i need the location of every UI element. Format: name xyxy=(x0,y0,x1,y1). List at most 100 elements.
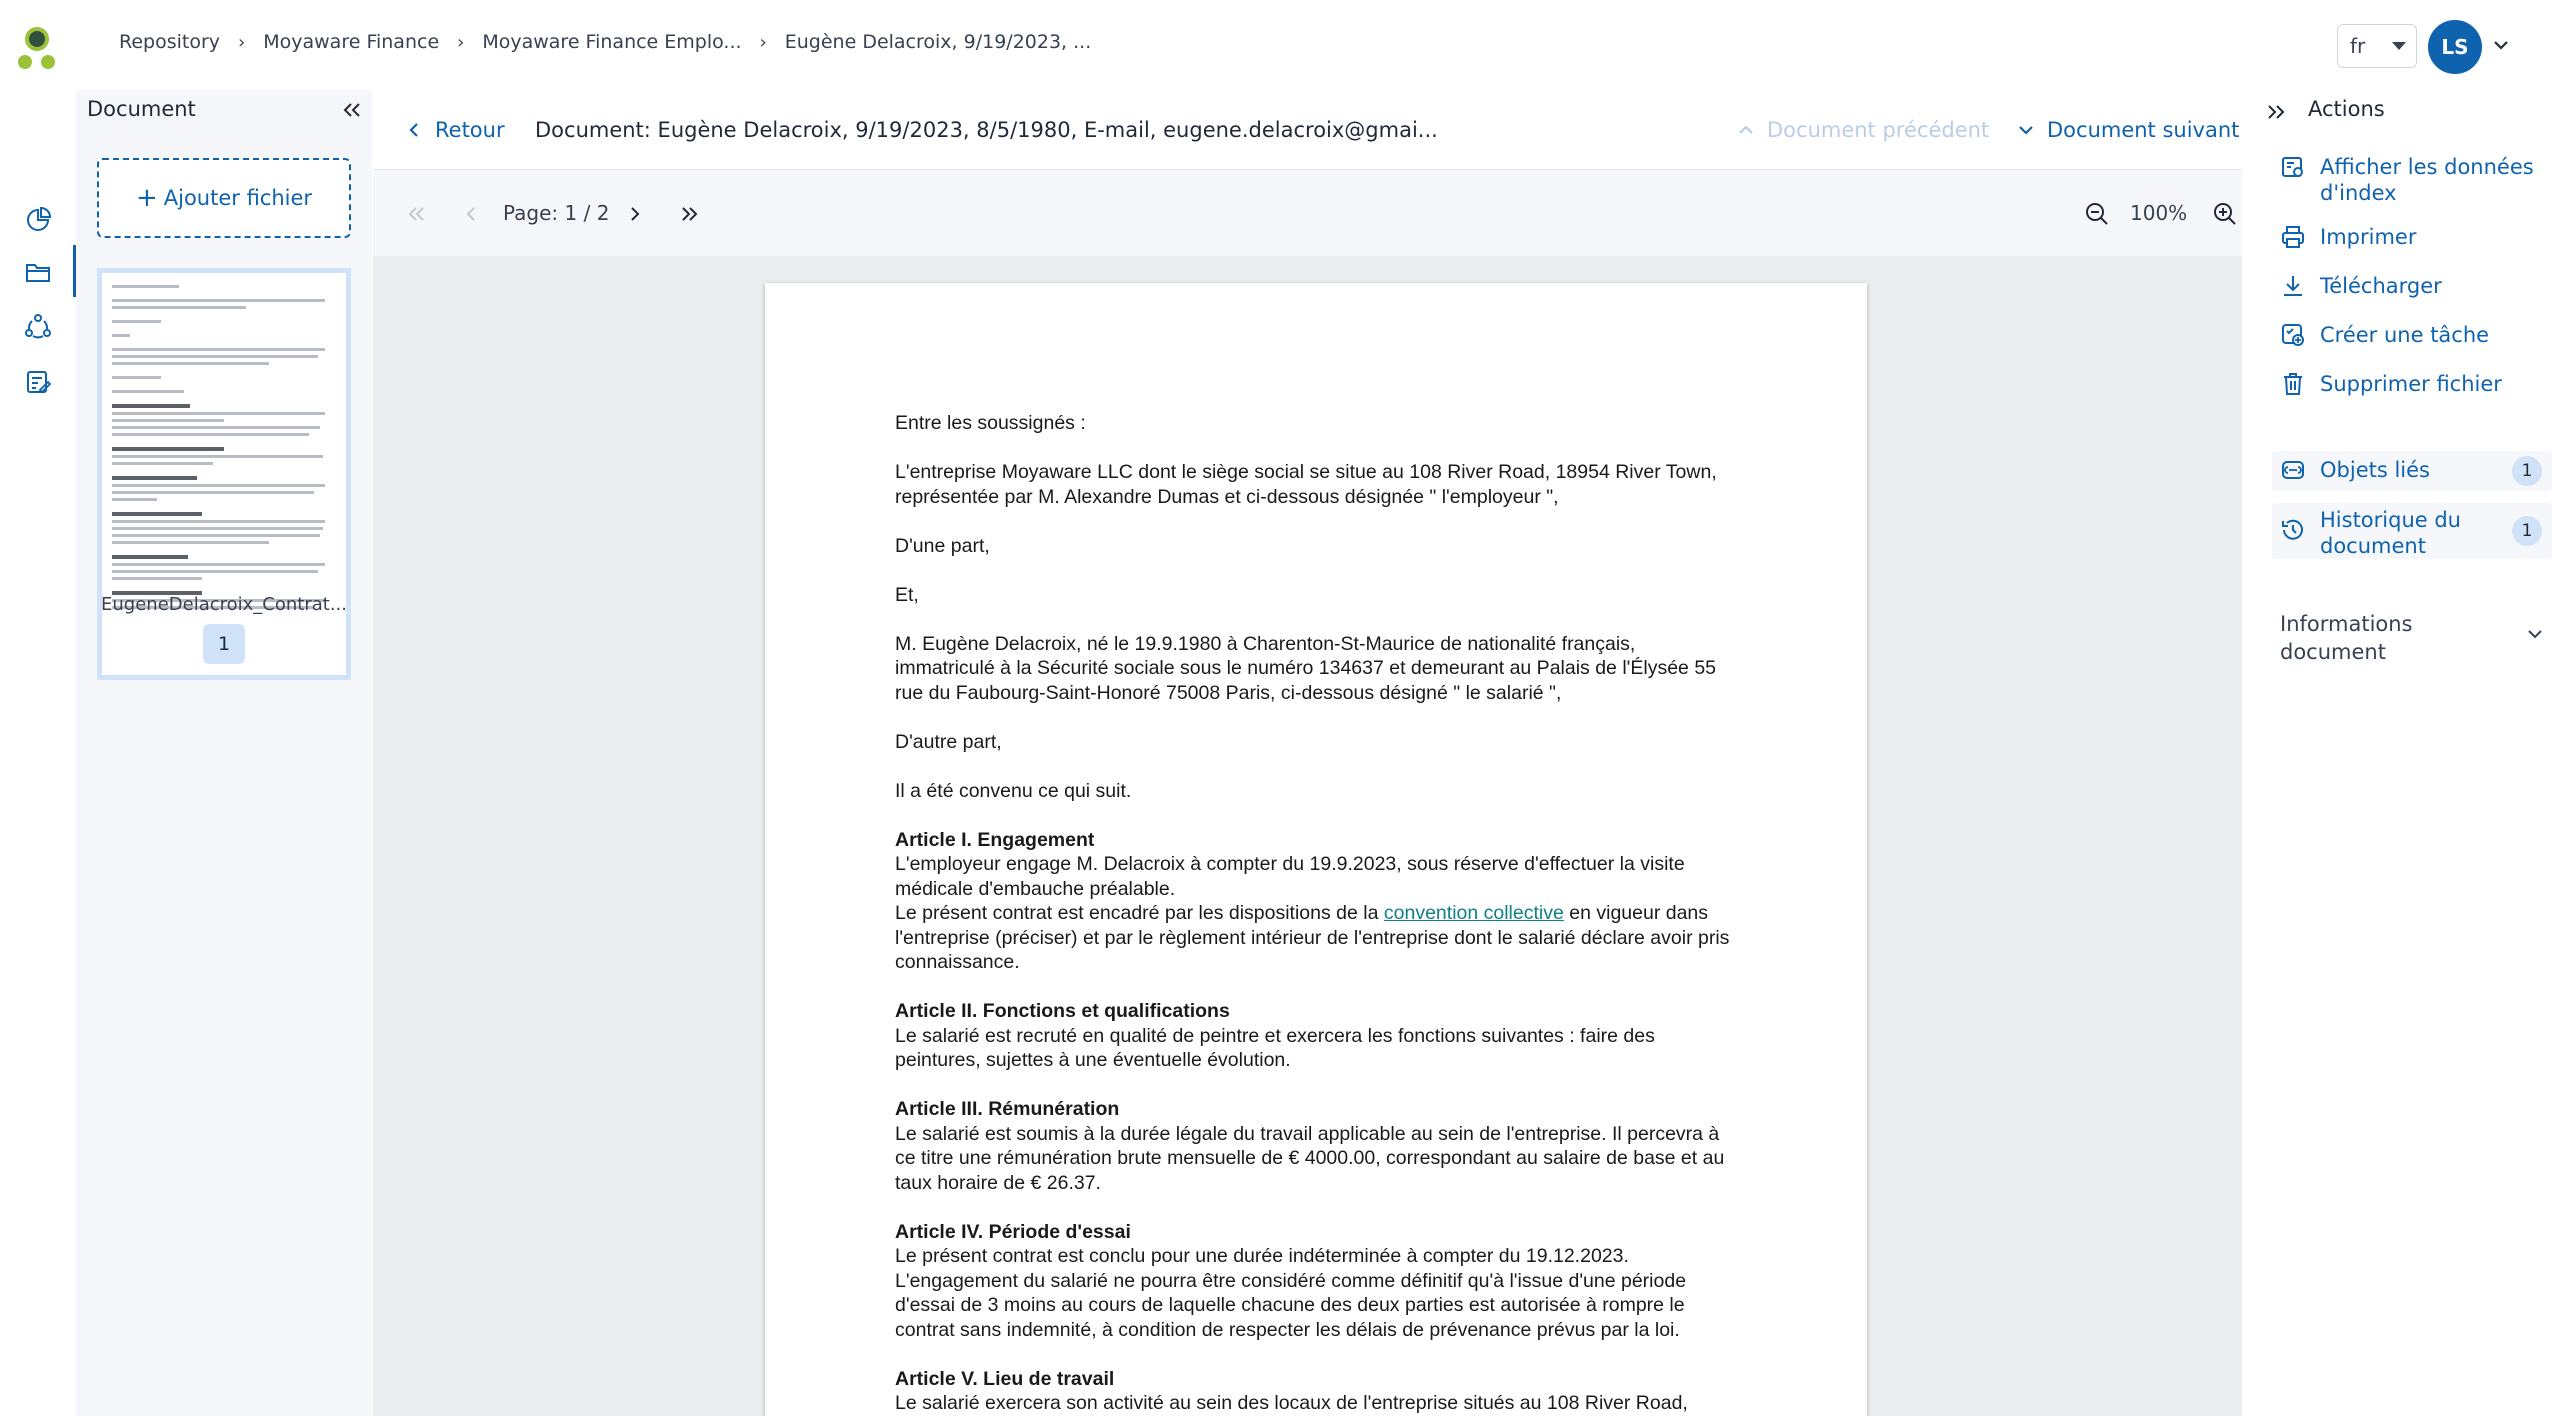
previous-document-button[interactable]: Document précédent xyxy=(1737,118,1989,142)
chevron-left-icon xyxy=(409,123,418,137)
article-trial-period: Article IV. Période d'essai Le présent c… xyxy=(895,1220,1737,1343)
breadcrumb: Repository › Moyaware Finance › Moyaware… xyxy=(119,31,1091,53)
previous-document-label: Document précédent xyxy=(1767,118,1990,142)
article-text: L'employeur engage M. Delacroix à compte… xyxy=(895,853,1685,900)
next-page-icon[interactable] xyxy=(621,200,649,228)
document-page: Entre les soussignés : L'entreprise Moya… xyxy=(765,283,1867,1416)
action-label: Créer une tâche xyxy=(2320,323,2490,347)
article-text-part: Le présent contrat est encadré par les d… xyxy=(895,902,1379,924)
document-header: Retour Document: Eugène Delacroix, 9/19/… xyxy=(373,90,2242,170)
article-title: Article IV. Période d'essai xyxy=(895,1220,1131,1243)
article-text: Le salarié est recruté en qualité de pei… xyxy=(895,1024,1655,1072)
chevron-right-icon: › xyxy=(457,31,465,53)
create-task-button[interactable]: Créer une tâche xyxy=(2280,322,2489,348)
task-list-icon[interactable] xyxy=(18,362,58,402)
add-file-label: Ajouter fichier xyxy=(163,186,313,210)
caret-down-icon xyxy=(2392,42,2406,50)
previous-page-icon[interactable] xyxy=(457,200,485,228)
article-text: Le présent contrat est encadré par les d… xyxy=(895,901,1737,975)
linked-objects-count: 1 xyxy=(2512,456,2542,486)
page-thumbnail[interactable] xyxy=(97,268,351,680)
history-count: 1 xyxy=(2512,516,2542,546)
chevron-down-icon[interactable] xyxy=(2524,623,2546,645)
dashboard-icon[interactable] xyxy=(18,200,58,240)
article-title: Article II. Fonctions et qualifications xyxy=(895,1000,1230,1022)
download-icon xyxy=(2284,276,2302,296)
breadcrumb-item-repository[interactable]: Repository xyxy=(119,31,220,53)
left-rail xyxy=(0,90,76,1416)
language-select[interactable]: fr xyxy=(2337,24,2417,68)
history-label: Historique du document xyxy=(2320,508,2461,558)
collective-agreement-link[interactable]: convention collective xyxy=(1384,902,1564,924)
linked-objects-button[interactable]: Objets liés xyxy=(2280,457,2430,483)
article-remuneration: Article III. Rémunération Le salarié est… xyxy=(895,1097,1737,1195)
article-title: Article III. Rémunération xyxy=(895,1098,1120,1120)
document-info-section[interactable]: Informations document xyxy=(2280,610,2480,666)
next-document-label: Document suivant xyxy=(2047,118,2240,142)
create-task-icon xyxy=(2282,324,2304,346)
breadcrumb-item-document[interactable]: Eugène Delacroix, 9/19/2023, ... xyxy=(785,31,1092,53)
collapse-left-icon[interactable] xyxy=(338,96,366,124)
actions-panel: Actions Afficher les données d'index Imp… xyxy=(2242,90,2560,1416)
workflow-icon[interactable] xyxy=(18,307,58,347)
contract-employer: L'entreprise Moyaware LLC dont le siège … xyxy=(895,461,1717,508)
article-text: Le salarié est soumis à la durée légale … xyxy=(895,1122,1725,1194)
contract-and: Et, xyxy=(895,583,919,606)
thumbnail-page-badge: 1 xyxy=(203,624,245,664)
thumbnail-file-name: EugeneDelacroix_Contrat... xyxy=(101,594,347,615)
index-data-icon xyxy=(2282,157,2303,177)
contract-agreed: Il a été convenu ce qui suit. xyxy=(895,779,1132,802)
link-icon xyxy=(2282,461,2304,479)
document-panel-title: Document xyxy=(87,97,196,121)
add-file-button[interactable]: + Ajouter fichier xyxy=(97,158,351,238)
article-text: Le présent contrat est conclu pour une d… xyxy=(895,1245,1687,1341)
zoom-out-icon[interactable] xyxy=(2083,200,2111,228)
download-button[interactable]: Télécharger xyxy=(2280,273,2442,299)
avatar-initials: LS xyxy=(2441,35,2469,59)
document-title: Document: Eugène Delacroix, 9/19/2023, 8… xyxy=(535,118,1438,142)
viewer-toolbar: Page: 1 / 2 100% xyxy=(373,170,2242,256)
chevron-right-icon: › xyxy=(759,31,767,53)
linked-objects-label: Objets liés xyxy=(2320,458,2430,482)
action-label: Afficher les données d'index xyxy=(2320,155,2534,205)
chevron-right-icon: › xyxy=(238,31,246,53)
breadcrumb-item-folder[interactable]: Moyaware Finance Emplo... xyxy=(482,31,741,53)
contract-part-two: D'autre part, xyxy=(895,730,1002,753)
app-logo[interactable] xyxy=(16,24,60,72)
breadcrumb-item-moyaware-finance[interactable]: Moyaware Finance xyxy=(263,31,439,53)
action-label: Imprimer xyxy=(2320,225,2417,249)
chevron-down-icon xyxy=(2019,126,2033,135)
first-page-icon[interactable] xyxy=(403,200,431,228)
zoom-level: 100% xyxy=(2130,201,2188,225)
print-button[interactable]: Imprimer xyxy=(2280,224,2416,250)
action-label: Télécharger xyxy=(2320,274,2442,298)
article-text: Le salarié exercera son activité au sein… xyxy=(895,1392,1688,1414)
article-workplace: Article V. Lieu de travail Le salarié ex… xyxy=(895,1367,1737,1416)
contract-employee: M. Eugène Delacroix, né le 19.9.1980 à C… xyxy=(895,632,1717,704)
contract-intro: Entre les soussignés : xyxy=(895,412,1086,434)
document-history-button[interactable]: Historique du document xyxy=(2280,507,2520,559)
history-icon xyxy=(2282,519,2303,540)
zoom-in-icon[interactable] xyxy=(2211,200,2239,228)
back-label: Retour xyxy=(435,118,505,142)
chevron-up-icon xyxy=(1739,125,1753,134)
page-indicator: Page: 1 / 2 xyxy=(503,201,610,225)
back-button[interactable]: Retour xyxy=(407,118,505,142)
show-index-data-button[interactable]: Afficher les données d'index xyxy=(2280,154,2540,206)
user-avatar[interactable]: LS xyxy=(2428,20,2482,74)
plus-icon: + xyxy=(135,183,158,213)
actions-title: Actions xyxy=(2308,97,2385,121)
article-functions: Article II. Fonctions et qualifications … xyxy=(895,999,1737,1073)
delete-file-button[interactable]: Supprimer fichier xyxy=(2280,371,2502,397)
last-page-icon[interactable] xyxy=(675,200,703,228)
document-viewer: Entre les soussignés : L'entreprise Moya… xyxy=(373,256,2242,1416)
folder-icon[interactable] xyxy=(18,252,58,292)
chevron-down-icon[interactable] xyxy=(2490,34,2512,56)
expand-right-icon[interactable] xyxy=(2262,98,2290,126)
action-label: Supprimer fichier xyxy=(2320,372,2502,396)
trash-icon xyxy=(2284,373,2302,395)
next-document-button[interactable]: Document suivant xyxy=(2017,118,2239,142)
document-panel: Document + Ajouter fichier EugeneDelacro… xyxy=(76,90,372,1416)
article-engagement: Article I. Engagement L'employeur engage… xyxy=(895,828,1737,975)
print-icon xyxy=(2282,226,2304,248)
